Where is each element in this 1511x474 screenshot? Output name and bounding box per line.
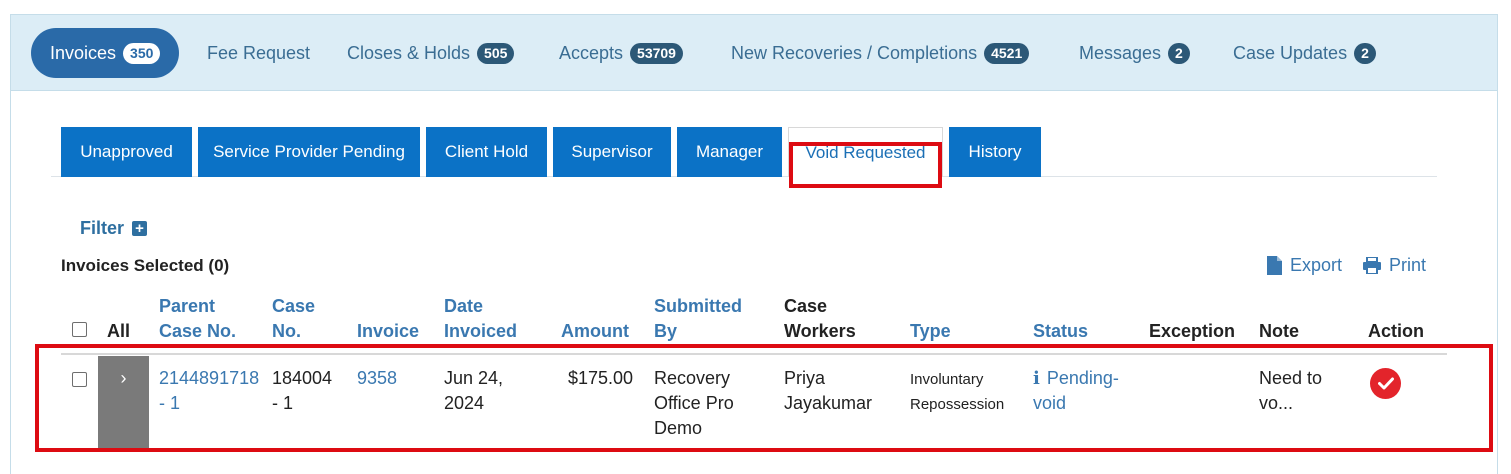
tab-label: Case Updates	[1233, 42, 1348, 63]
header-line: Case	[784, 296, 828, 316]
tab-new-recoveries[interactable]: New Recoveries / Completions 4521	[731, 28, 1030, 78]
column-header-action: Action	[1368, 321, 1424, 341]
plus-icon: +	[132, 221, 148, 236]
subtab-supervisor[interactable]: Supervisor	[553, 127, 671, 177]
column-header-amount[interactable]: Amount	[561, 319, 629, 344]
header-line: Case	[272, 296, 316, 316]
header-divider	[61, 353, 1447, 355]
case-workers-cell: Priya Jayakumar	[784, 366, 872, 416]
count-badge: 4521	[984, 42, 1030, 64]
type-cell: Involuntary Repossession	[910, 367, 1004, 417]
cell-line: Jayakumar	[784, 393, 873, 413]
subtab-void-requested[interactable]: Void Requested	[788, 127, 943, 177]
submitted-by-cell: Recovery Office Pro Demo	[654, 366, 734, 441]
header-line: Date	[444, 296, 484, 316]
status-link[interactable]: i Pending- void	[1033, 366, 1119, 416]
count-badge: 2	[1354, 42, 1376, 64]
column-header-status[interactable]: Status	[1033, 319, 1088, 344]
parent-case-link[interactable]: 2144891718 - 1	[159, 366, 259, 416]
print-button[interactable]: Print	[1363, 255, 1426, 276]
count-badge: 53709	[630, 42, 683, 64]
subtab-manager[interactable]: Manager	[677, 127, 782, 177]
column-header-date-invoiced[interactable]: Date Invoiced	[444, 294, 517, 344]
cell-line: i Pending-	[1033, 366, 1119, 391]
cell-line: Jun 24,	[444, 368, 504, 388]
export-label: Export	[1290, 255, 1343, 275]
tab-label: Accepts	[559, 42, 624, 63]
export-button[interactable]: Export	[1267, 255, 1342, 276]
tab-invoices[interactable]: Invoices 350	[31, 28, 180, 78]
cell-line: - 1	[159, 393, 181, 413]
column-header-case-no[interactable]: Case No.	[272, 294, 315, 344]
column-header-parent-case[interactable]: Parent Case No.	[159, 294, 236, 344]
tab-closes-holds[interactable]: Closes & Holds 505	[347, 28, 515, 78]
filter-toggle[interactable]: Filter +	[80, 218, 148, 239]
tab-case-updates[interactable]: Case Updates 2	[1233, 28, 1376, 78]
column-header-submitted-by[interactable]: Submitted By	[654, 294, 742, 344]
header-line: Invoiced	[444, 321, 518, 341]
sub-tabs: Unapproved Service Provider Pending Clie…	[51, 127, 1437, 177]
tab-label: Fee Request	[207, 42, 311, 63]
chevron-right-icon: ›	[120, 368, 127, 388]
header-line: Workers	[784, 321, 856, 341]
status-text: Pending-	[1046, 368, 1119, 388]
header-line: Case No.	[159, 321, 237, 341]
top-navigation: Invoices 350 Fee Request Closes & Holds …	[11, 15, 1497, 91]
tab-label: Invoices	[50, 42, 117, 63]
subtab-history[interactable]: History	[949, 127, 1041, 177]
cell-line: 184004	[272, 368, 333, 388]
cell-line: Involuntary	[910, 371, 984, 388]
header-line: No.	[272, 321, 301, 341]
row-checkbox[interactable]	[72, 372, 87, 387]
cell-line: - 1	[272, 393, 294, 413]
file-icon	[1267, 256, 1282, 275]
tab-accepts[interactable]: Accepts 53709	[559, 28, 683, 78]
tab-fee-request[interactable]: Fee Request	[207, 28, 310, 78]
cell-line: void	[1033, 393, 1067, 413]
column-header-all: All	[107, 321, 131, 341]
print-label: Print	[1389, 255, 1427, 275]
tab-label: Messages	[1079, 42, 1162, 63]
subtab-unapproved[interactable]: Unapproved	[61, 127, 192, 177]
cell-line: Need to	[1259, 368, 1323, 388]
cell-line: Priya	[784, 368, 826, 388]
header-line: By	[654, 321, 678, 341]
count-badge: 505	[477, 42, 515, 64]
select-all-checkbox[interactable]	[72, 322, 87, 337]
approve-action-button[interactable]	[1370, 368, 1401, 399]
header-line: Submitted	[654, 296, 742, 316]
printer-icon	[1363, 257, 1381, 274]
note-cell: Need to vo...	[1259, 366, 1322, 416]
tab-label: New Recoveries / Completions	[731, 42, 978, 63]
column-header-exception: Exception	[1149, 321, 1236, 341]
column-header-invoice[interactable]: Invoice	[357, 319, 419, 344]
count-badge: 2	[1168, 42, 1190, 64]
cell-line: 2024	[444, 393, 485, 413]
date-invoiced-cell: Jun 24, 2024	[444, 366, 503, 416]
cell-line: Recovery	[654, 368, 731, 388]
case-no-cell: 184004 - 1	[272, 366, 332, 416]
amount-cell: $175.00	[568, 368, 634, 388]
cell-line: Demo	[654, 418, 703, 438]
cell-line: 2144891718	[159, 368, 260, 388]
check-icon	[1377, 377, 1394, 390]
cell-line: Repossession	[910, 396, 1005, 413]
column-header-note: Note	[1259, 321, 1299, 341]
cell-line: Office Pro	[654, 393, 734, 413]
row-expand-button[interactable]: ›	[98, 356, 149, 450]
column-header-type[interactable]: Type	[910, 319, 951, 344]
column-header-case-workers: Case Workers	[784, 294, 856, 344]
tab-label: Closes & Holds	[347, 42, 471, 63]
filter-label: Filter	[80, 218, 125, 238]
tab-messages[interactable]: Messages 2	[1079, 28, 1190, 78]
count-badge: 350	[123, 42, 161, 64]
header-line: Parent	[159, 296, 216, 316]
invoice-link[interactable]: 9358	[357, 366, 397, 391]
invoices-selected-count: Invoices Selected (0)	[61, 256, 230, 275]
cell-line: vo...	[1259, 393, 1294, 413]
info-icon: i	[1033, 368, 1040, 389]
subtab-client-hold[interactable]: Client Hold	[426, 127, 547, 177]
subtab-service-provider-pending[interactable]: Service Provider Pending	[198, 127, 420, 177]
